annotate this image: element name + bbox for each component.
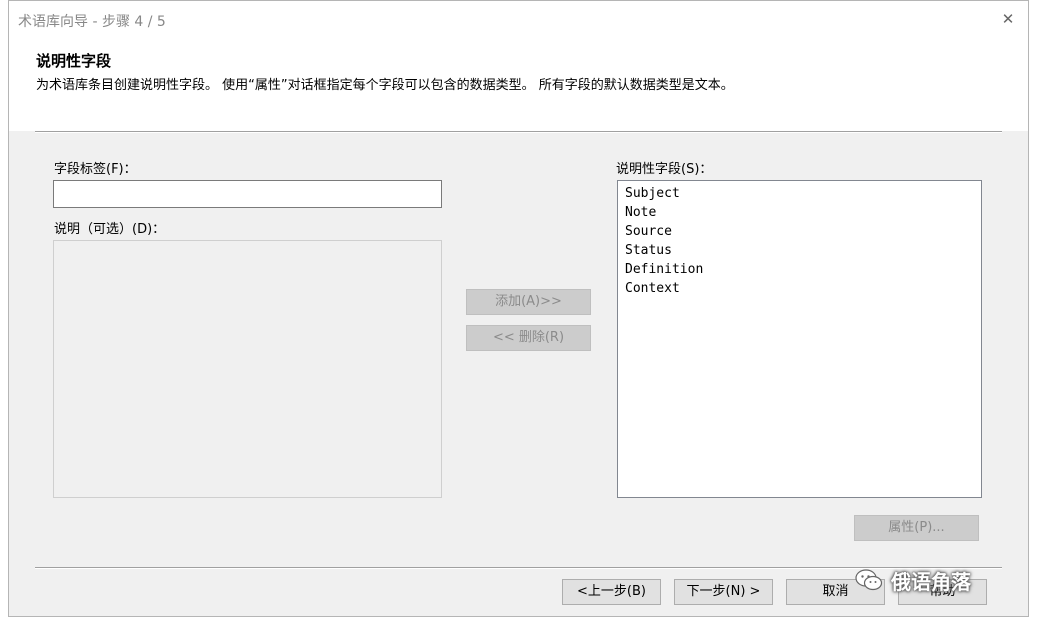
watermark: 俄语角落 — [855, 563, 971, 597]
properties-button[interactable]: 属性(P)... — [854, 515, 979, 541]
add-button[interactable]: 添加(A)>> — [466, 289, 591, 315]
list-item[interactable]: Definition — [625, 260, 981, 279]
next-button[interactable]: 下一步(N) > — [674, 579, 773, 605]
wechat-icon — [855, 568, 883, 592]
step-heading: 说明性字段 — [36, 52, 112, 70]
descriptive-fields-list[interactable]: Subject Note Source Status Definition Co… — [617, 180, 982, 498]
field-label-input[interactable] — [53, 180, 442, 208]
list-item[interactable]: Status — [625, 241, 981, 260]
remove-button[interactable]: << 删除(R) — [466, 325, 591, 351]
list-item[interactable]: Context — [625, 279, 981, 298]
description-caption: 说明（可选）(D)： — [54, 222, 166, 237]
descriptive-fields-caption: 说明性字段(S)： — [616, 162, 713, 177]
description-textarea[interactable] — [53, 240, 442, 498]
close-icon[interactable]: ✕ — [996, 9, 1020, 29]
field-label-caption: 字段标签(F)： — [54, 162, 137, 177]
title-bar: 术语库向导 - 步骤 4 / 5 ✕ — [9, 1, 1028, 37]
terminology-wizard-window: 术语库向导 - 步骤 4 / 5 ✕ 说明性字段 为术语库条目创建说明性字段。 … — [8, 0, 1029, 617]
list-item[interactable]: Note — [625, 203, 981, 222]
list-item[interactable]: Subject — [625, 184, 981, 203]
list-item[interactable]: Source — [625, 222, 981, 241]
step-description: 为术语库条目创建说明性字段。 使用“属性”对话框指定每个字段可以包含的数据类型。… — [36, 78, 734, 93]
back-button[interactable]: <上一步(B) — [562, 579, 661, 605]
watermark-text: 俄语角落 — [891, 569, 971, 594]
window-title: 术语库向导 - 步骤 4 / 5 — [18, 14, 166, 30]
wizard-header: 说明性字段 为术语库条目创建说明性字段。 使用“属性”对话框指定每个字段可以包含… — [9, 37, 1028, 131]
header-divider — [35, 131, 1002, 133]
